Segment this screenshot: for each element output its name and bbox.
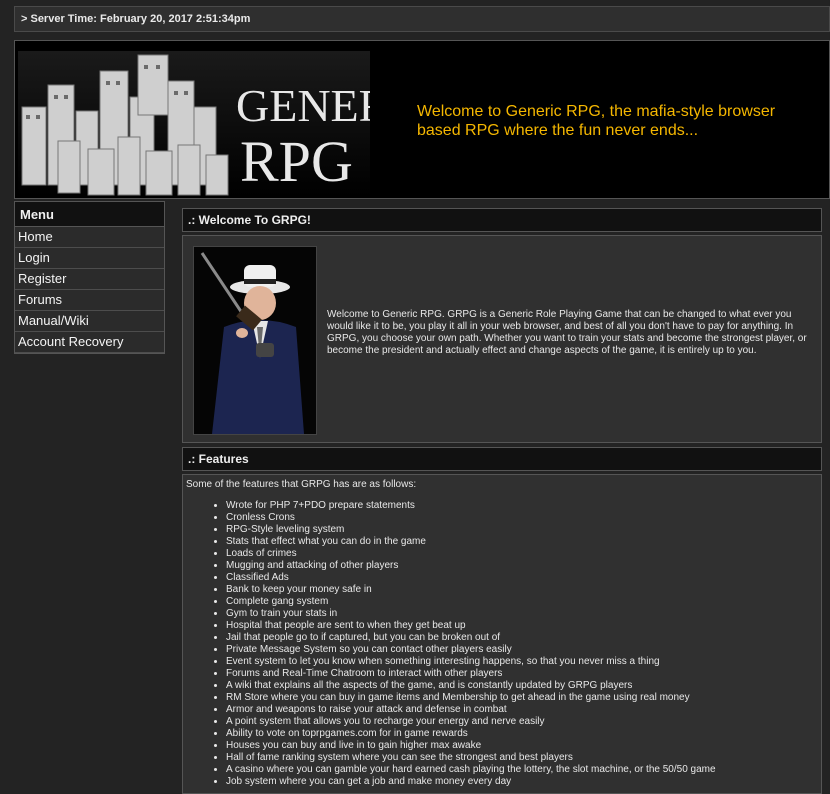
features-panel: Some of the features that GRPG has are a… [182, 474, 822, 794]
list-item: Stats that effect what you can do in the… [226, 536, 716, 548]
list-item: Private Message System so you can contac… [226, 644, 716, 656]
banner-welcome-text: Welcome to Generic RPG, the mafia-style … [417, 103, 776, 139]
list-item: Loads of crimes [226, 548, 716, 560]
menu-item-home[interactable]: Home [15, 227, 164, 248]
list-item: Event system to let you know when someth… [226, 656, 716, 668]
menu-title: Menu [15, 202, 164, 227]
list-item: Job system where you can get a job and m… [226, 776, 716, 788]
features-panel-title: .: Features [182, 447, 822, 471]
menu-item-forums[interactable]: Forums [15, 290, 164, 311]
list-item: Wrote for PHP 7+PDO prepare statements [226, 500, 716, 512]
list-item: RM Store where you can buy in game items… [226, 692, 716, 704]
server-time-bar: > Server Time: February 20, 2017 2:51:34… [14, 6, 830, 32]
list-item: A point system that allows you to rechar… [226, 716, 716, 728]
site-banner: GENERIC RPG Welcome to Generic RPG, the … [14, 40, 830, 199]
menu-item-login[interactable]: Login [15, 248, 164, 269]
list-item: Houses you can buy and live in to gain h… [226, 740, 716, 752]
list-item: Jail that people go to if captured, but … [226, 632, 716, 644]
list-item: A casino where you can gamble your hard … [226, 764, 716, 776]
menu-item-account-recovery[interactable]: Account Recovery [15, 332, 164, 353]
list-item: Complete gang system [226, 596, 716, 608]
menu-item-manual-wiki[interactable]: Manual/Wiki [15, 311, 164, 332]
list-item: Mugging and attacking of other players [226, 560, 716, 572]
list-item: Forums and Real-Time Chatroom to interac… [226, 668, 716, 680]
list-item: Bank to keep your money safe in [226, 584, 716, 596]
list-item: Cronless Crons [226, 512, 716, 524]
list-item: A wiki that explains all the aspects of … [226, 680, 716, 692]
menu-item-register[interactable]: Register [15, 269, 164, 290]
features-intro: Some of the features that GRPG has are a… [186, 479, 417, 490]
svg-text:RPG: RPG [240, 129, 353, 194]
list-item: Gym to train your stats in [226, 608, 716, 620]
sidebar-menu: Menu Home Login Register Forums Manual/W… [14, 201, 165, 354]
gangster-portrait-image [193, 246, 317, 435]
svg-text:GENERIC: GENERIC [236, 80, 370, 131]
list-item: Classified Ads [226, 572, 716, 584]
generic-rpg-logo: GENERIC RPG [18, 51, 370, 197]
features-list: Wrote for PHP 7+PDO prepare statements C… [183, 500, 716, 788]
list-item: Armor and weapons to raise your attack a… [226, 704, 716, 716]
list-item: Hall of fame ranking system where you ca… [226, 752, 716, 764]
welcome-panel: Welcome to Generic RPG. GRPG is a Generi… [182, 235, 822, 443]
list-item: Ability to vote on toprpgames.com for in… [226, 728, 716, 740]
welcome-description: Welcome to Generic RPG. GRPG is a Generi… [327, 309, 807, 356]
welcome-panel-title: .: Welcome To GRPG! [182, 208, 822, 232]
list-item: RPG-Style leveling system [226, 524, 716, 536]
list-item: Hospital that people are sent to when th… [226, 620, 716, 632]
